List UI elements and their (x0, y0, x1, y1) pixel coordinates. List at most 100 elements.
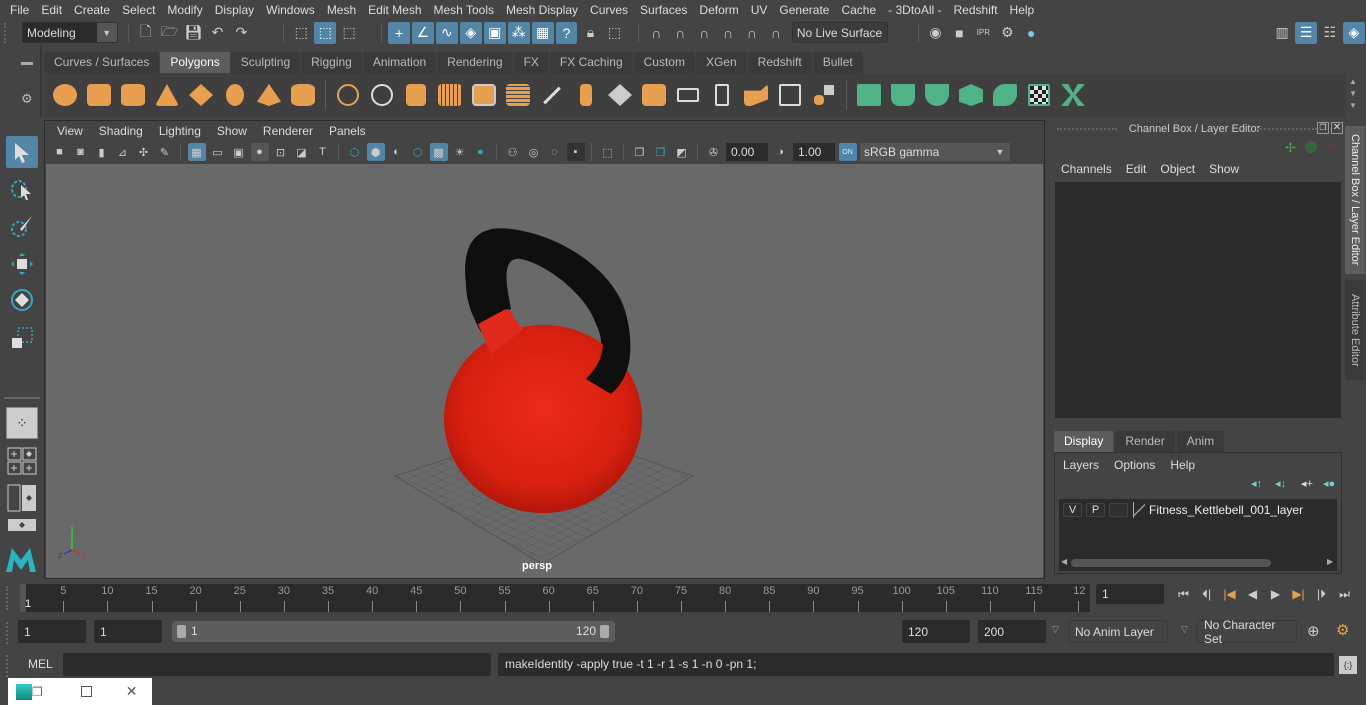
xray-joints-icon[interactable]: ❐ (631, 143, 649, 161)
command-input[interactable] (63, 653, 491, 676)
drag-handle[interactable] (6, 586, 8, 610)
menu-display[interactable]: Display (209, 0, 260, 20)
chevron-down-icon[interactable]: ▽ (1181, 624, 1188, 635)
xray-active-icon[interactable]: ❐ (652, 143, 670, 161)
shelf-tab-rigging[interactable]: Rigging (301, 52, 362, 73)
shelf-tab-xgen[interactable]: XGen (695, 52, 747, 73)
menu-mesh-display[interactable]: Mesh Display (500, 0, 584, 20)
menu-help[interactable]: Help (1004, 0, 1041, 20)
menu-cache[interactable]: Cache (835, 0, 882, 20)
channel-menu-show[interactable]: Show (1203, 162, 1247, 176)
spherical-uv-icon[interactable] (922, 80, 952, 110)
auto-uv-icon[interactable] (956, 80, 986, 110)
playback-toggle[interactable]: P (1086, 503, 1105, 517)
range-start-handle[interactable] (177, 625, 186, 638)
viewport-menu-panels[interactable]: Panels (321, 124, 374, 138)
drag-handle[interactable] (6, 655, 8, 677)
step-back-key-icon[interactable]: |◀ (1218, 584, 1241, 604)
animation-end-field[interactable]: 200 (978, 620, 1046, 643)
rotate-tool-icon[interactable] (6, 284, 38, 316)
menu-mesh-tools[interactable]: Mesh Tools (428, 0, 500, 20)
poly-cylinder-icon[interactable] (118, 80, 148, 110)
shelf-tab-sculpting[interactable]: Sculpting (230, 52, 301, 73)
gamma-icon[interactable]: ◑ (772, 143, 790, 161)
save-scene-icon[interactable]: 💾︎ (183, 22, 205, 44)
merge-icon[interactable] (775, 80, 805, 110)
move-tool-icon[interactable] (6, 248, 38, 280)
offset-edge-loop-icon[interactable] (707, 80, 737, 110)
viewport-3d-scene[interactable]: y x z persp (46, 164, 1043, 578)
outliner-persp-layout-icon[interactable] (6, 482, 38, 514)
shelf-tab-rendering[interactable]: Rendering (437, 52, 513, 73)
drag-handle[interactable] (1257, 128, 1317, 130)
poly-cube-icon[interactable] (84, 80, 114, 110)
backface-culling-icon[interactable]: ◩ (673, 143, 691, 161)
camera-attributes-icon[interactable]: ◙ (72, 143, 90, 161)
channel-menu-channels[interactable]: Channels (1055, 162, 1120, 176)
snap-clapper-icon[interactable]: ▦ (531, 21, 554, 44)
open-scene-icon[interactable]: 🗁 (159, 22, 181, 44)
channel-box-toggle-icon[interactable]: ◈ (1342, 21, 1365, 44)
viewport-menu-view[interactable]: View (49, 124, 91, 138)
step-back-frame-icon[interactable]: ⏴| (1195, 584, 1218, 604)
layer-tab-render[interactable]: Render (1115, 431, 1175, 452)
layer-menu-help[interactable]: Help (1170, 458, 1204, 472)
grid-icon[interactable]: ▦ (187, 143, 206, 161)
channel-box-area[interactable] (1055, 182, 1341, 418)
screen-space-ao-icon[interactable]: ⚇ (504, 143, 522, 161)
layer-tab-anim[interactable]: Anim (1176, 431, 1225, 452)
multi-cut-icon[interactable] (537, 80, 567, 110)
select-object-icon[interactable]: ⬚ (314, 21, 337, 44)
anim-layer-dropdown[interactable]: No Anim Layer (1068, 620, 1168, 643)
2d-pan-zoom-icon[interactable]: ✣ (135, 143, 153, 161)
hyperbolic-icon[interactable]: ↗ (1325, 139, 1335, 153)
select-component-icon[interactable]: ⬚ (338, 22, 360, 44)
tab-channel-box-layer-editor[interactable]: Channel Box / Layer Editor (1345, 126, 1365, 274)
shelf-tab-fx[interactable]: FX (513, 52, 549, 73)
use-all-lights-icon[interactable]: ☀ (451, 143, 469, 161)
snap-view-plane-icon[interactable]: ◈ (459, 21, 482, 44)
play-forward-icon[interactable]: ▶ (1264, 584, 1287, 604)
magnet-snap-icon[interactable]: ∩ (765, 22, 787, 44)
move-layer-down-icon[interactable]: ◂↓ (1275, 477, 1286, 490)
gate-mask-icon[interactable]: ● (250, 143, 269, 161)
float-panel-icon[interactable]: ❐ (1317, 122, 1329, 134)
motion-blur-icon[interactable]: ◎ (525, 143, 543, 161)
uv-checker-icon[interactable] (1024, 80, 1054, 110)
four-view-layout-icon[interactable] (6, 445, 38, 477)
quad-draw-icon[interactable] (809, 80, 839, 110)
script-editor-icon[interactable]: {;} (1339, 656, 1357, 674)
layer-menu-options[interactable]: Options (1114, 458, 1164, 472)
speed-toggle-icon[interactable] (1305, 141, 1317, 153)
range-end-handle[interactable] (600, 625, 609, 638)
snap-point-icon[interactable]: ∿ (435, 21, 458, 44)
layer-tab-display[interactable]: Display (1054, 431, 1114, 452)
cylindrical-uv-icon[interactable] (888, 80, 918, 110)
poly-torus-icon[interactable] (220, 80, 250, 110)
poly-pyramid-icon[interactable] (254, 80, 284, 110)
step-forward-frame-icon[interactable]: |⏵ (1310, 584, 1333, 604)
render-view-icon[interactable]: ◉ (925, 22, 947, 44)
anti-aliasing-icon[interactable]: ◌ (546, 143, 564, 161)
shelf-tab-curves-surfaces[interactable]: Curves / Surfaces (44, 52, 160, 73)
xray-icon[interactable]: ⬡ (409, 143, 427, 161)
camera-select-icon[interactable]: ■ (51, 143, 69, 161)
magnet-snap-icon[interactable]: ∩ (645, 22, 667, 44)
shelf-tab-custom[interactable]: Custom (633, 52, 695, 73)
menu-surfaces[interactable]: Surfaces (634, 0, 693, 20)
separate-icon[interactable] (367, 80, 397, 110)
magnet-snap-icon[interactable]: ∩ (693, 22, 715, 44)
close-icon[interactable]: ✕ (1331, 122, 1343, 134)
shelf-tab-polygons[interactable]: Polygons (160, 52, 230, 73)
color-space-dropdown[interactable]: sRGB gamma ▼ (860, 143, 1010, 161)
menu-mesh[interactable]: Mesh (321, 0, 362, 20)
magnet-snap-icon[interactable]: ∩ (669, 22, 691, 44)
visibility-toggle[interactable]: V (1063, 503, 1082, 517)
bookmark-icon[interactable]: ▮ (93, 143, 111, 161)
modeling-toolkit-icon[interactable]: ▥ (1271, 22, 1293, 44)
help-icon[interactable]: ? (555, 21, 578, 44)
menu-uv[interactable]: UV (745, 0, 774, 20)
mirror-icon[interactable] (401, 80, 431, 110)
hypershade-icon[interactable]: ● (1020, 22, 1042, 44)
ipr-render-icon[interactable]: IPR (972, 22, 994, 44)
